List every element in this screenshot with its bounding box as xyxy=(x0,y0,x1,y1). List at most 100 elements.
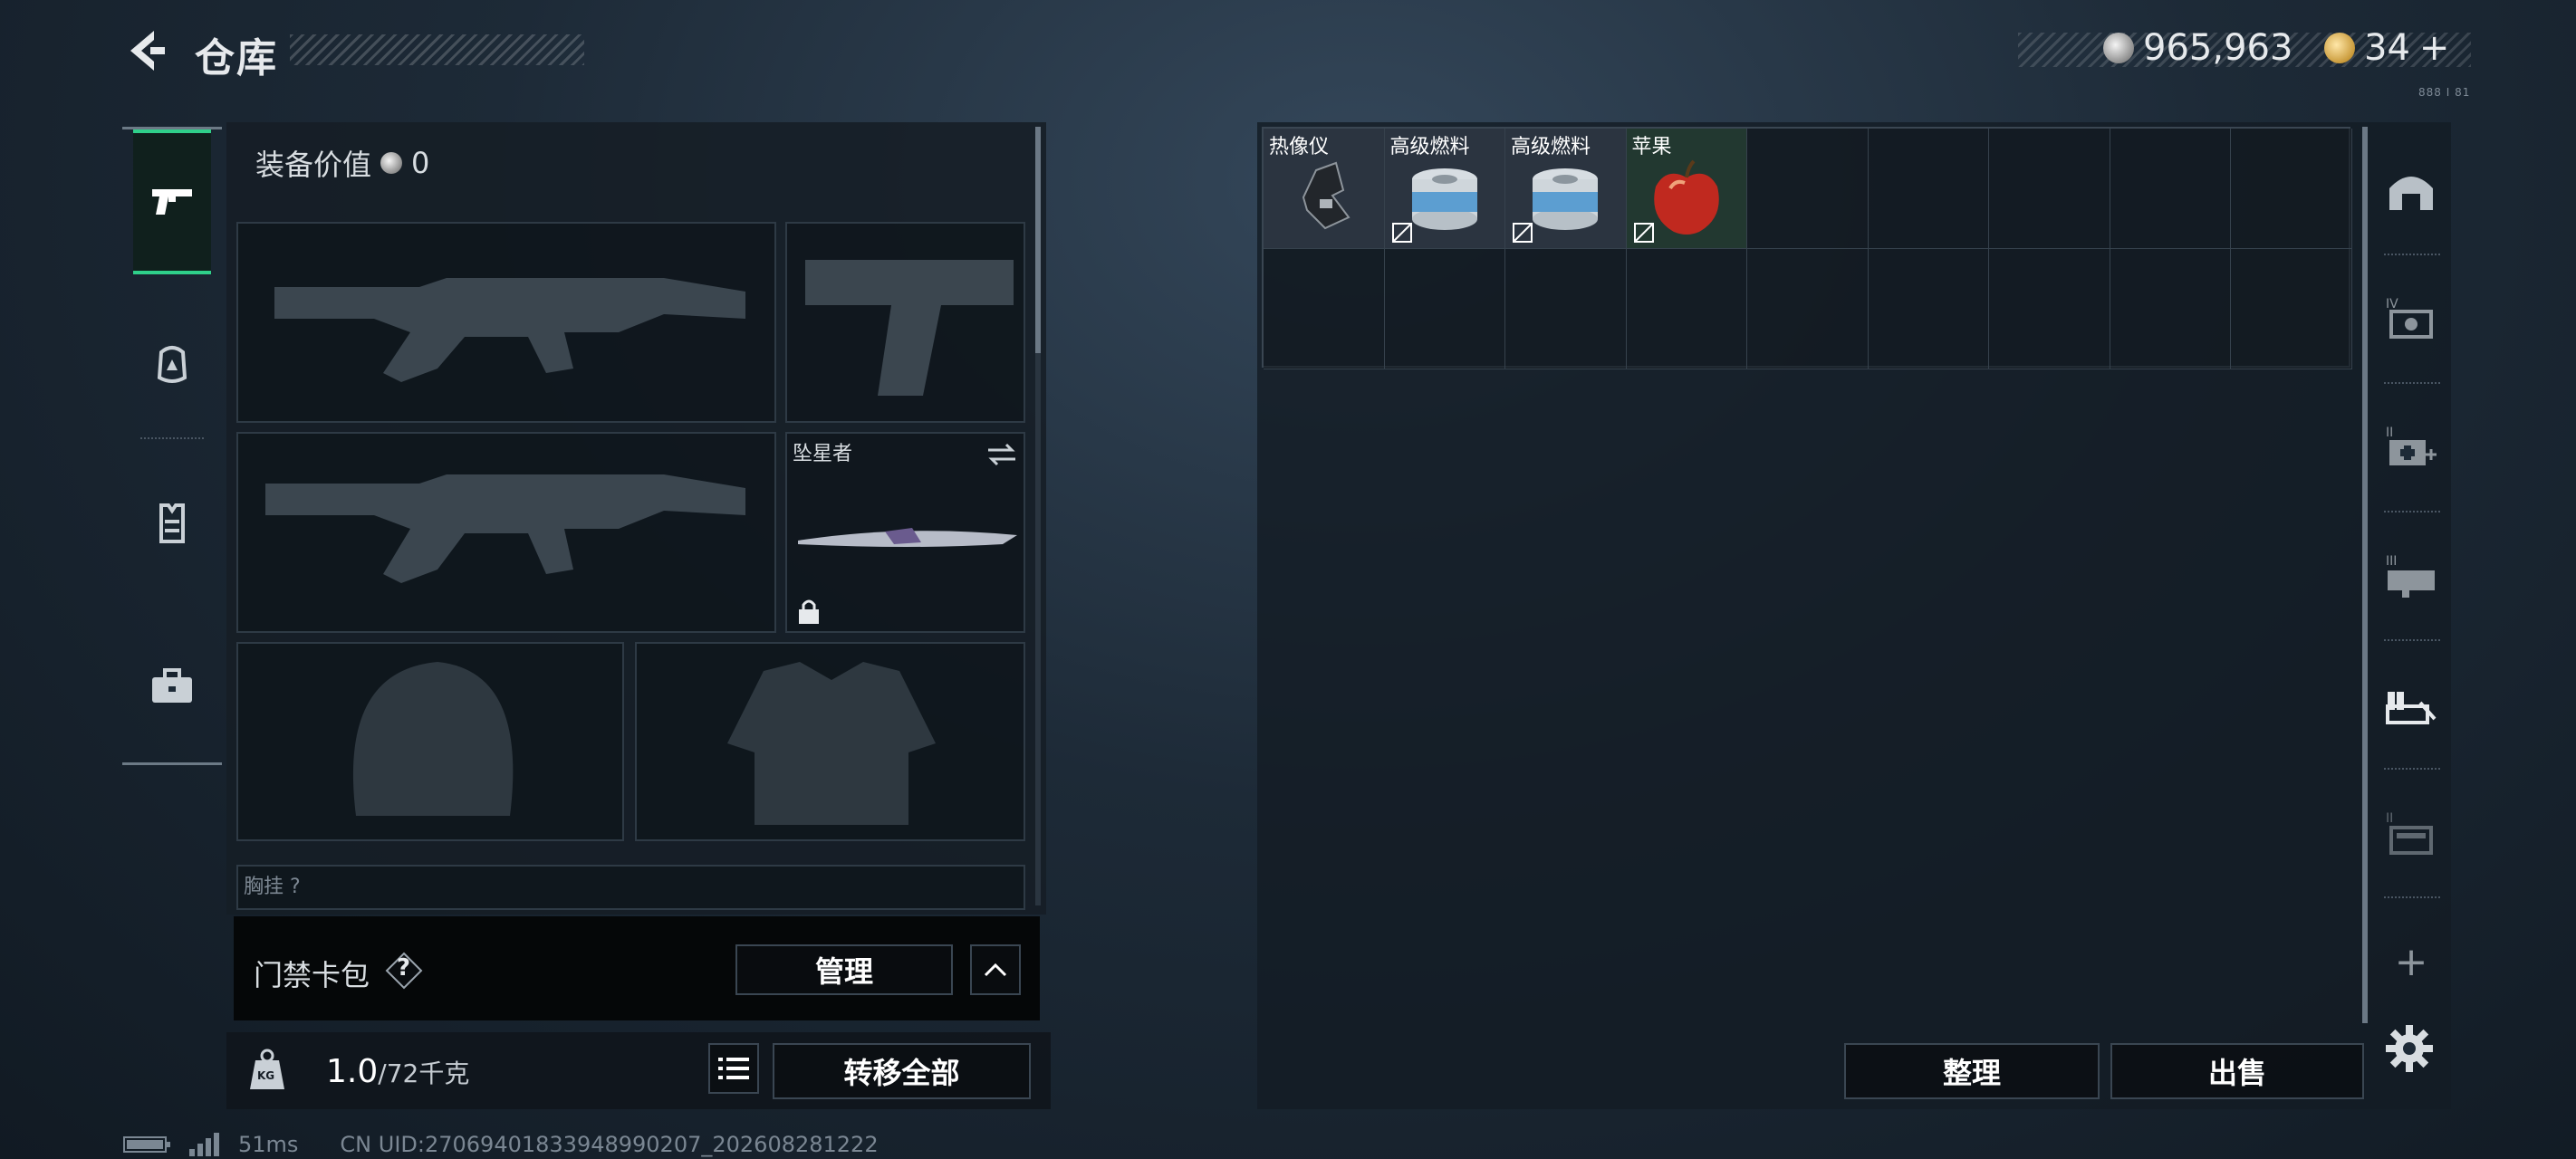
tier-iv-stash-icon: IV xyxy=(2386,297,2433,339)
stash-tab-2[interactable]: IV xyxy=(2371,255,2451,382)
stash-tab-3[interactable]: II xyxy=(2371,384,2451,511)
settings-button[interactable] xyxy=(2384,1023,2435,1074)
helmet-slot[interactable] xyxy=(236,642,624,841)
armor-silhouette-icon xyxy=(727,662,936,825)
no-trade-icon xyxy=(1633,223,1654,243)
rifle-silhouette-icon xyxy=(265,474,745,583)
stash-empty-cell[interactable] xyxy=(2231,249,2352,369)
sell-button[interactable]: 出售 xyxy=(2110,1043,2364,1099)
ping-readout: 51ms xyxy=(238,1132,299,1157)
stash-empty-cell[interactable] xyxy=(1505,249,1627,369)
stash-empty-cell[interactable] xyxy=(1747,129,1869,249)
stash-empty-cell[interactable] xyxy=(2231,129,2352,249)
no-trade-icon xyxy=(1513,223,1533,243)
right-nav: IV II III II + xyxy=(2371,127,2451,1032)
stash-empty-cell[interactable] xyxy=(1868,249,1989,369)
stash-grid: 热像仪 高级燃料 高级燃料 苹果 xyxy=(1262,127,2352,369)
add-currency-button[interactable]: + xyxy=(2419,27,2450,69)
chest-rig-slot[interactable]: 胸挂 ? xyxy=(236,865,1025,910)
swap-icon[interactable] xyxy=(985,441,1019,468)
melee-slot-label: 坠星者 xyxy=(793,443,853,465)
equipment-scroll-thumb[interactable] xyxy=(1035,127,1041,353)
left-nav xyxy=(122,127,222,765)
collapse-button[interactable] xyxy=(970,944,1021,995)
sort-button[interactable]: 整理 xyxy=(1844,1043,2100,1099)
svg-text:II: II xyxy=(2386,811,2393,826)
weight-capacity: /72千克 xyxy=(378,1058,470,1088)
stash-item-premium-fuel[interactable]: 高级燃料 xyxy=(1505,129,1627,249)
back-arrow-icon xyxy=(130,31,165,71)
ammo-case-icon xyxy=(2386,692,2437,724)
signal-icon xyxy=(189,1133,219,1156)
ticket-amount: 34 xyxy=(2364,27,2410,69)
stash-item-thermal-imager[interactable]: 热像仪 xyxy=(1264,129,1385,249)
stash-tab-6[interactable]: II xyxy=(2371,770,2451,896)
stash-empty-cell[interactable] xyxy=(1747,249,1869,369)
stash-tab-5[interactable] xyxy=(2371,641,2451,768)
stash-empty-cell[interactable] xyxy=(1989,129,2110,249)
coin-amount: 965,963 xyxy=(2143,27,2293,69)
apple-icon xyxy=(1653,159,1719,235)
stash-item-premium-fuel[interactable]: 高级燃料 xyxy=(1384,129,1505,249)
tier-ii-supply-icon: II xyxy=(2386,811,2433,855)
stash-empty-cell[interactable] xyxy=(2110,249,2231,369)
nav-backpack[interactable] xyxy=(133,614,211,759)
manage-button[interactable]: 管理 xyxy=(735,944,953,995)
weight-current: 1.0 xyxy=(326,1053,379,1090)
stash-empty-cell[interactable] xyxy=(1384,249,1505,369)
status-line: 51ms CN UID:27069401833948990207_2026082… xyxy=(122,1132,879,1157)
equipment-value-label: 装备价值 xyxy=(255,148,372,182)
stash-tab-1[interactable] xyxy=(2371,127,2451,254)
melee-slot[interactable]: 坠星者 xyxy=(785,432,1025,633)
gold-ticket-icon xyxy=(2324,33,2355,63)
sidearm-slot[interactable] xyxy=(785,222,1025,423)
fuel-can-icon xyxy=(1411,168,1477,230)
battery-icon xyxy=(123,1136,170,1153)
helmet-view-icon xyxy=(2389,177,2433,210)
transfer-all-button[interactable]: 转移全部 xyxy=(773,1043,1031,1099)
stash-empty-cell[interactable] xyxy=(2110,129,2231,249)
svg-text:II: II xyxy=(2386,426,2393,440)
list-view-button[interactable] xyxy=(708,1043,759,1094)
nav-helmet[interactable] xyxy=(133,292,211,437)
uid-readout: CN UID:27069401833948990207_202608281222 xyxy=(340,1132,879,1157)
stash-item-apple[interactable]: 苹果 xyxy=(1626,129,1747,249)
primary-weapon-slot[interactable] xyxy=(236,222,776,423)
no-trade-icon xyxy=(1391,223,1412,243)
stash-empty-cell[interactable] xyxy=(1264,249,1385,369)
tier-ii-medkit-icon: II xyxy=(2386,426,2437,465)
stash-empty-cell[interactable] xyxy=(1989,249,2110,369)
nav-vest[interactable] xyxy=(133,451,211,596)
helmet-icon xyxy=(157,346,187,383)
armor-slot[interactable] xyxy=(635,642,1025,841)
vest-icon xyxy=(159,503,185,543)
chevron-up-icon xyxy=(984,963,1007,977)
tier-iii-weapon-case-icon: III xyxy=(2386,554,2435,598)
help-icon[interactable]: ? xyxy=(384,951,424,991)
stash-scrollbar[interactable] xyxy=(2362,127,2368,1023)
weight-icon: KG xyxy=(245,1048,290,1093)
nav-weapons[interactable] xyxy=(133,129,211,274)
corner-info: 888 I 81 xyxy=(2418,86,2471,99)
equipment-value-amount: 0 xyxy=(411,146,430,180)
rifle-silhouette-icon xyxy=(274,278,745,382)
gear-icon xyxy=(2386,1025,2433,1072)
stash-empty-cell[interactable] xyxy=(1868,129,1989,249)
page-title: 仓库 xyxy=(195,35,278,81)
equipment-value: 装备价值 0 xyxy=(255,142,429,184)
ticket-balance[interactable]: 34 + xyxy=(2324,27,2449,69)
coin-icon xyxy=(2103,33,2134,63)
pistol-icon xyxy=(152,189,192,215)
help-mark: ? xyxy=(397,954,411,982)
lock-icon xyxy=(799,599,819,624)
secondary-weapon-slot[interactable] xyxy=(236,432,776,633)
helmet-silhouette-icon xyxy=(352,662,514,816)
svg-text:IV: IV xyxy=(2386,297,2398,311)
back-button[interactable] xyxy=(118,24,172,78)
stash-tab-4[interactable]: III xyxy=(2371,512,2451,639)
stash-empty-cell[interactable] xyxy=(1626,249,1747,369)
title-decoration xyxy=(290,34,584,65)
list-icon xyxy=(718,1058,749,1079)
add-stash-tab-button[interactable]: + xyxy=(2371,898,2451,1025)
access-card-label: 门禁卡包 xyxy=(254,958,370,992)
